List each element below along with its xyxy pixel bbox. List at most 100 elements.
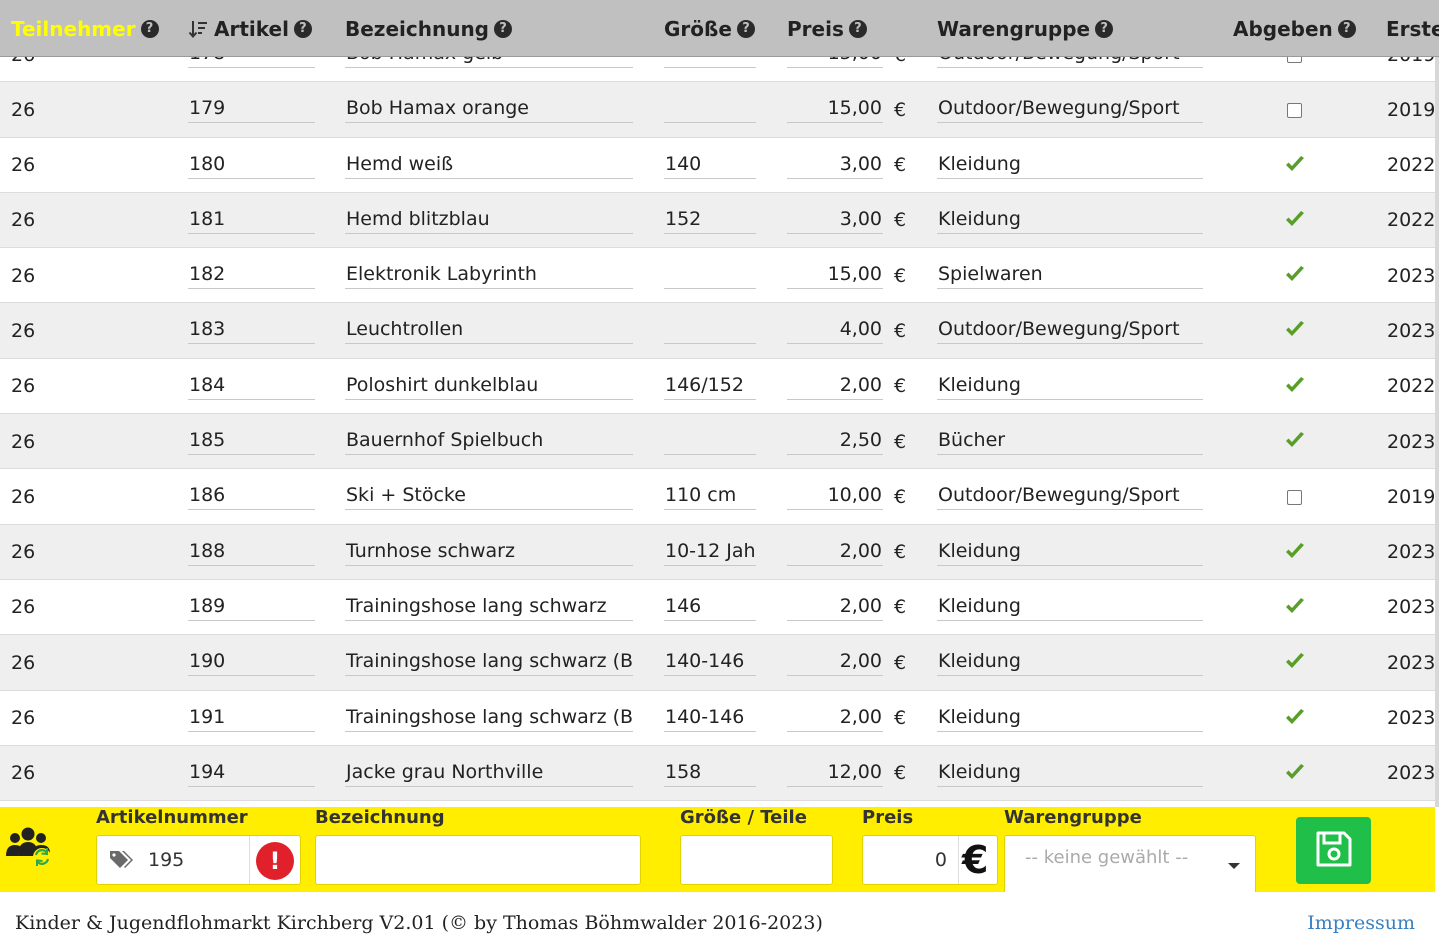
warengruppe-field[interactable]: Spielwaren (937, 261, 1203, 290)
table-row[interactable]: 26 189 Trainingshose lang schwarz 146 2,00 € K… (0, 579, 1435, 636)
checkmark-icon[interactable] (1285, 321, 1305, 342)
preis-field[interactable]: 4,00 (787, 316, 883, 345)
warengruppe-field[interactable]: Kleidung (937, 593, 1203, 621)
bezeichnung-field[interactable]: Bob Hamax orange (345, 95, 633, 124)
col-header-erstellt[interactable]: Erste (1386, 0, 1439, 57)
bezeichnung-field[interactable]: Bauernhof Spielbuch (345, 427, 633, 456)
table-row[interactable]: 26 184 Poloshirt dunkelblau 146/152 2,00 € Kle… (0, 358, 1435, 415)
preis-field[interactable]: 2,00 (787, 648, 883, 677)
preis-field[interactable]: 2,50 (787, 427, 883, 456)
preis-field[interactable]: 3,00 (787, 206, 883, 234)
checkmark-icon[interactable] (1285, 542, 1305, 564)
bezeichnung-field[interactable]: Elektronik Labyrinth (345, 261, 633, 290)
warengruppe-field[interactable]: Kleidung (937, 206, 1203, 234)
preis-field[interactable]: 2,00 (787, 704, 883, 732)
bezeichnung-input[interactable] (315, 835, 641, 885)
groesse-field[interactable]: 152 (664, 206, 756, 234)
groesse-field[interactable]: 110 cm (664, 482, 756, 511)
artikel-field[interactable]: 194 (188, 759, 315, 787)
table-row[interactable]: 26 181 Hemd blitzblau 152 3,00 € Kleidung 2022 (0, 192, 1435, 249)
warengruppe-field[interactable]: Outdoor/Bewegung/Sport (937, 482, 1203, 511)
table-row[interactable]: 26 191 Trainingshose lang schwarz (B 140-14… (0, 690, 1435, 746)
warengruppe-field[interactable]: Outdoor/Bewegung/Sport (937, 95, 1203, 124)
artikel-field[interactable]: 181 (188, 206, 315, 234)
help-icon[interactable]: ? (736, 19, 755, 38)
preis-field[interactable]: 2,00 (787, 372, 883, 400)
checkmark-icon[interactable] (1285, 653, 1305, 674)
groesse-field[interactable]: 158 (664, 759, 756, 787)
groesse-input[interactable] (680, 835, 833, 885)
bezeichnung-field[interactable]: Jacke grau Northville (345, 759, 633, 787)
artikel-field[interactable]: 180 (188, 151, 315, 179)
help-icon[interactable]: ? (848, 19, 867, 38)
bezeichnung-field[interactable]: Ski + Stöcke (345, 482, 633, 511)
abgeben-checkbox[interactable] (1287, 103, 1302, 119)
groesse-field[interactable]: 146/152 (664, 372, 756, 400)
col-header-artikel[interactable]: Artikel ? (188, 0, 312, 57)
artikel-field[interactable]: 185 (188, 427, 315, 456)
preis-field[interactable]: 10,00 (787, 482, 883, 511)
table-row[interactable]: 26 183 Leuchtrollen 4,00 € Outdoor/Bewegung/S… (0, 303, 1435, 359)
groesse-field[interactable]: 140 (664, 151, 756, 179)
preis-field[interactable]: 0 € (862, 835, 998, 885)
artikel-field[interactable]: 186 (188, 482, 315, 511)
help-icon[interactable]: ? (1095, 19, 1114, 38)
save-button[interactable] (1296, 817, 1371, 884)
help-icon[interactable]: ? (494, 19, 512, 38)
table-row[interactable]: 26 188 Turnhose schwarz 10-12 Jah 2,00 € Kleid… (0, 524, 1435, 580)
artikelnummer-field[interactable]: 195 ! (96, 835, 301, 885)
table-row[interactable]: 26 180 Hemd weiß 140 3,00 € Kleidung 2022 (0, 137, 1435, 193)
groesse-field[interactable] (664, 261, 756, 290)
scrollbar[interactable] (1435, 57, 1439, 807)
bezeichnung-field[interactable]: Hemd weiß (345, 151, 633, 179)
groesse-field[interactable]: 10-12 Jah (664, 538, 756, 566)
col-header-groesse[interactable]: Größe ? (664, 0, 755, 57)
impressum-link[interactable]: Impressum (1307, 912, 1415, 934)
checkmark-icon[interactable] (1285, 210, 1305, 232)
checkmark-icon[interactable] (1285, 432, 1305, 453)
bezeichnung-field[interactable]: Trainingshose lang schwarz (B (345, 648, 633, 677)
col-header-warengruppe[interactable]: Warengruppe ? (937, 0, 1114, 57)
checkmark-icon[interactable] (1285, 376, 1305, 398)
artikel-field[interactable]: 191 (188, 704, 315, 732)
artikel-field[interactable]: 188 (188, 538, 315, 566)
table-row[interactable]: 26 179 Bob Hamax orange 15,00 € Outdoor/Beweg… (0, 82, 1435, 138)
table-row[interactable]: 26 186 Ski + Stöcke 110 cm 10,00 € Outdoor/Bew… (0, 469, 1435, 525)
groesse-field[interactable] (664, 427, 756, 456)
warengruppe-field[interactable]: Kleidung (937, 151, 1203, 179)
bezeichnung-field[interactable]: Leuchtrollen (345, 316, 633, 345)
warengruppe-field[interactable]: Kleidung (937, 759, 1203, 787)
groesse-field[interactable]: 140-146 (664, 704, 756, 732)
warengruppe-field[interactable]: Kleidung (937, 538, 1203, 566)
warengruppe-field[interactable]: Bücher (937, 427, 1203, 456)
warengruppe-select[interactable]: -- keine gewählt -- (1004, 835, 1256, 892)
bezeichnung-field[interactable]: Turnhose schwarz (345, 538, 633, 566)
preis-field[interactable]: 2,00 (787, 538, 883, 566)
help-icon[interactable]: ? (1337, 19, 1356, 38)
warengruppe-field[interactable]: Kleidung (937, 648, 1203, 677)
preis-field[interactable]: 3,00 (787, 151, 883, 179)
artikel-field[interactable]: 189 (188, 593, 315, 621)
warengruppe-field[interactable]: Kleidung (937, 704, 1203, 732)
bezeichnung-field[interactable]: Poloshirt dunkelblau (345, 372, 633, 400)
table-row[interactable]: 26 182 Elektronik Labyrinth 15,00 € Spielware… (0, 248, 1435, 304)
preis-field[interactable]: 15,00 (787, 95, 883, 124)
bezeichnung-field[interactable]: Trainingshose lang schwarz (345, 593, 633, 621)
warengruppe-field[interactable]: Kleidung (937, 372, 1203, 400)
artikel-field[interactable]: 182 (188, 261, 315, 290)
participants-sync-icon[interactable] (4, 826, 56, 868)
preis-field[interactable]: 12,00 (787, 759, 883, 787)
bezeichnung-field[interactable]: Trainingshose lang schwarz (B (345, 704, 633, 732)
checkmark-icon[interactable] (1285, 597, 1305, 619)
table-row[interactable]: 26 194 Jacke grau Northville 158 12,00 € Kleid… (0, 745, 1435, 802)
col-header-abgeben[interactable]: Abgeben ? (1233, 0, 1356, 57)
checkmark-icon[interactable] (1285, 708, 1305, 730)
table-row[interactable]: 26 185 Bauernhof Spielbuch 2,50 € Bücher 2023 (0, 414, 1435, 470)
groesse-field[interactable]: 140-146 (664, 648, 756, 677)
bezeichnung-field[interactable]: Hemd blitzblau (345, 206, 633, 234)
checkmark-icon[interactable] (1285, 155, 1305, 177)
artikel-field[interactable]: 183 (188, 316, 315, 345)
groesse-field[interactable]: 146 (664, 593, 756, 621)
preis-field[interactable]: 2,00 (787, 593, 883, 621)
help-icon[interactable]: ? (140, 19, 159, 38)
